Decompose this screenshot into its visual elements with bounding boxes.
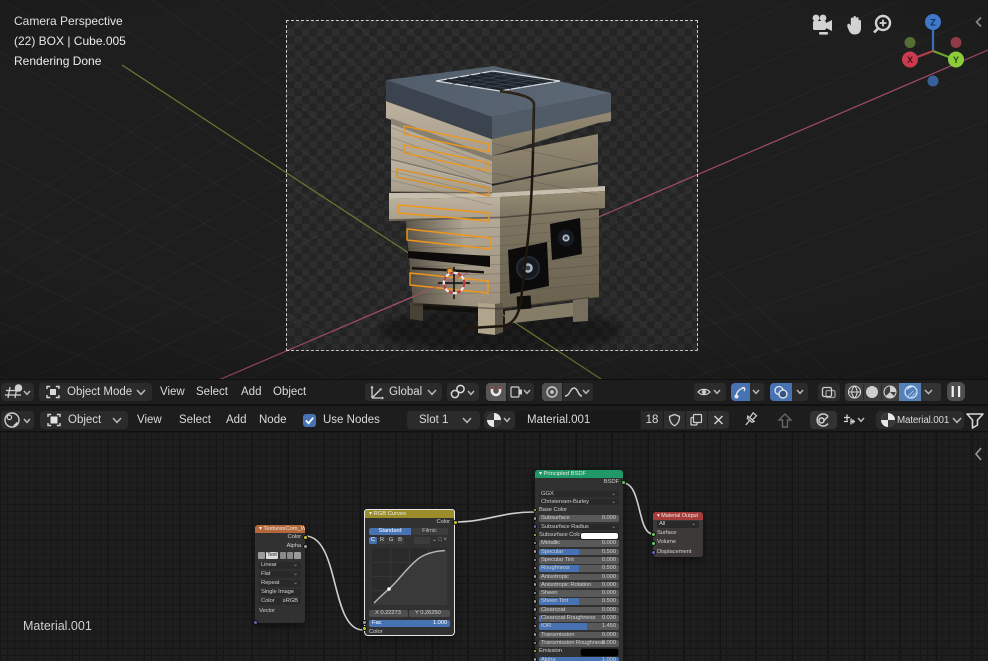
svg-text:Y: Y <box>953 55 959 65</box>
svg-text:Z: Z <box>930 18 936 28</box>
svg-text:X: X <box>907 55 913 65</box>
